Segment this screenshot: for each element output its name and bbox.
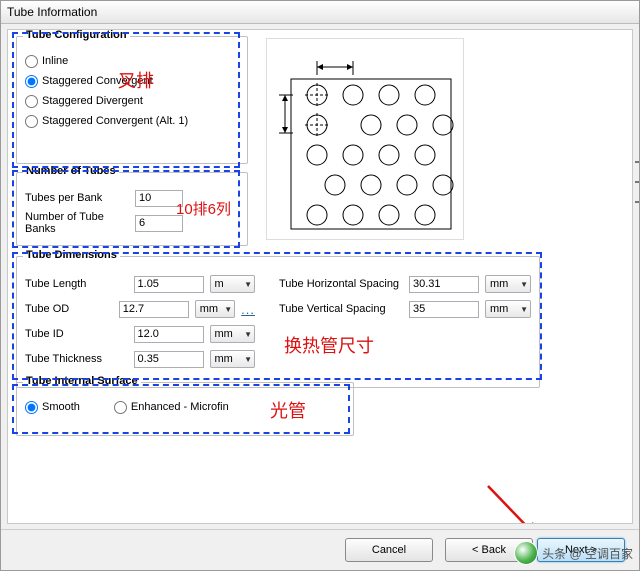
chevron-down-icon: ▼ xyxy=(244,330,252,339)
more-button[interactable]: ... xyxy=(241,302,255,317)
tube-id-input[interactable] xyxy=(134,326,204,343)
radio-staggered-divergent-input[interactable] xyxy=(25,95,38,108)
tube-od-unit[interactable]: mm▼ xyxy=(195,300,235,318)
number-tube-banks-input[interactable] xyxy=(135,215,183,232)
radio-staggered-divergent[interactable]: Staggered Divergent xyxy=(25,93,239,109)
radio-staggered-convergent-label: Staggered Convergent xyxy=(42,75,153,87)
tubes-per-bank-input[interactable] xyxy=(135,190,183,207)
chevron-down-icon: ▼ xyxy=(244,280,252,289)
tube-length-label: Tube Length xyxy=(25,278,134,290)
footer: Cancel < Back Next > xyxy=(1,529,639,570)
radio-staggered-divergent-label: Staggered Divergent xyxy=(42,95,143,107)
number-tube-banks-label: Number of Tube Banks xyxy=(25,211,135,235)
tube-dimensions-group: Tube Dimensions Tube Lengthm▼ Tube ODmm▼… xyxy=(16,256,540,388)
tube-vsp-unit[interactable]: mm▼ xyxy=(485,300,531,318)
tubes-per-bank-row: Tubes per Bank xyxy=(25,188,239,208)
chevron-down-icon: ▼ xyxy=(224,305,232,314)
tube-id-label: Tube ID xyxy=(25,328,134,340)
tube-thickness-input[interactable] xyxy=(134,351,204,368)
tube-internal-surface-group: Tube Internal Surface Smooth Enhanced - … xyxy=(16,382,354,436)
radio-staggered-alt-label: Staggered Convergent (Alt. 1) xyxy=(42,115,188,127)
radio-inline[interactable]: Inline xyxy=(25,53,239,69)
tube-diagram-svg xyxy=(267,39,463,239)
tube-hsp-label: Tube Horizontal Spacing xyxy=(279,278,409,290)
number-tube-banks-row: Number of Tube Banks xyxy=(25,213,239,233)
tube-dimensions-legend: Tube Dimensions xyxy=(23,249,120,261)
chevron-down-icon: ▼ xyxy=(520,280,528,289)
main-panel: Tube Configuration Inline Staggered Conv… xyxy=(7,29,633,524)
radio-enhanced[interactable]: Enhanced - Microfin xyxy=(114,399,229,415)
number-of-tubes-group: Number of Tubes Tubes per Bank Number of… xyxy=(16,172,248,246)
tube-diagram xyxy=(266,38,464,240)
tube-vsp-label: Tube Vertical Spacing xyxy=(279,303,409,315)
tube-thickness-label: Tube Thickness xyxy=(25,353,134,365)
radio-smooth-label: Smooth xyxy=(42,401,80,413)
radio-smooth-input[interactable] xyxy=(25,401,38,414)
cancel-button[interactable]: Cancel xyxy=(345,538,433,562)
radio-staggered-convergent[interactable]: Staggered Convergent xyxy=(25,73,239,89)
red-arrow-icon xyxy=(482,480,548,524)
tube-id-unit[interactable]: mm▼ xyxy=(210,325,255,343)
next-button[interactable]: Next > xyxy=(537,538,625,562)
tube-vsp-input[interactable] xyxy=(409,301,479,318)
radio-smooth[interactable]: Smooth xyxy=(25,399,80,415)
radio-staggered-alt-input[interactable] xyxy=(25,115,38,128)
tube-hsp-input[interactable] xyxy=(409,276,479,293)
tubes-per-bank-label: Tubes per Bank xyxy=(25,192,135,204)
radio-inline-input[interactable] xyxy=(25,55,38,68)
right-edge-marks xyxy=(635,143,639,428)
back-button[interactable]: < Back xyxy=(445,538,533,562)
tube-configuration-group: Tube Configuration Inline Staggered Conv… xyxy=(16,36,248,164)
radio-enhanced-input[interactable] xyxy=(114,401,127,414)
radio-enhanced-label: Enhanced - Microfin xyxy=(131,401,229,413)
tube-od-input[interactable] xyxy=(119,301,189,318)
titlebar: Tube Information xyxy=(1,1,639,24)
chevron-down-icon: ▼ xyxy=(520,305,528,314)
radio-staggered-convergent-input[interactable] xyxy=(25,75,38,88)
tube-thickness-unit[interactable]: mm▼ xyxy=(210,350,255,368)
tube-hsp-unit[interactable]: mm▼ xyxy=(485,275,531,293)
tube-length-unit[interactable]: m▼ xyxy=(210,275,255,293)
chevron-down-icon: ▼ xyxy=(244,355,252,364)
tube-internal-surface-legend: Tube Internal Surface xyxy=(23,375,141,387)
window-title: Tube Information xyxy=(7,5,97,19)
radio-inline-label: Inline xyxy=(42,55,68,67)
dialog-window: Tube Information Tube Configuration Inli… xyxy=(0,0,640,571)
number-of-tubes-legend: Number of Tubes xyxy=(23,165,119,177)
tube-configuration-legend: Tube Configuration xyxy=(23,29,130,41)
tube-length-input[interactable] xyxy=(134,276,204,293)
tube-od-label: Tube OD xyxy=(25,303,119,315)
radio-staggered-alt[interactable]: Staggered Convergent (Alt. 1) xyxy=(25,113,239,129)
